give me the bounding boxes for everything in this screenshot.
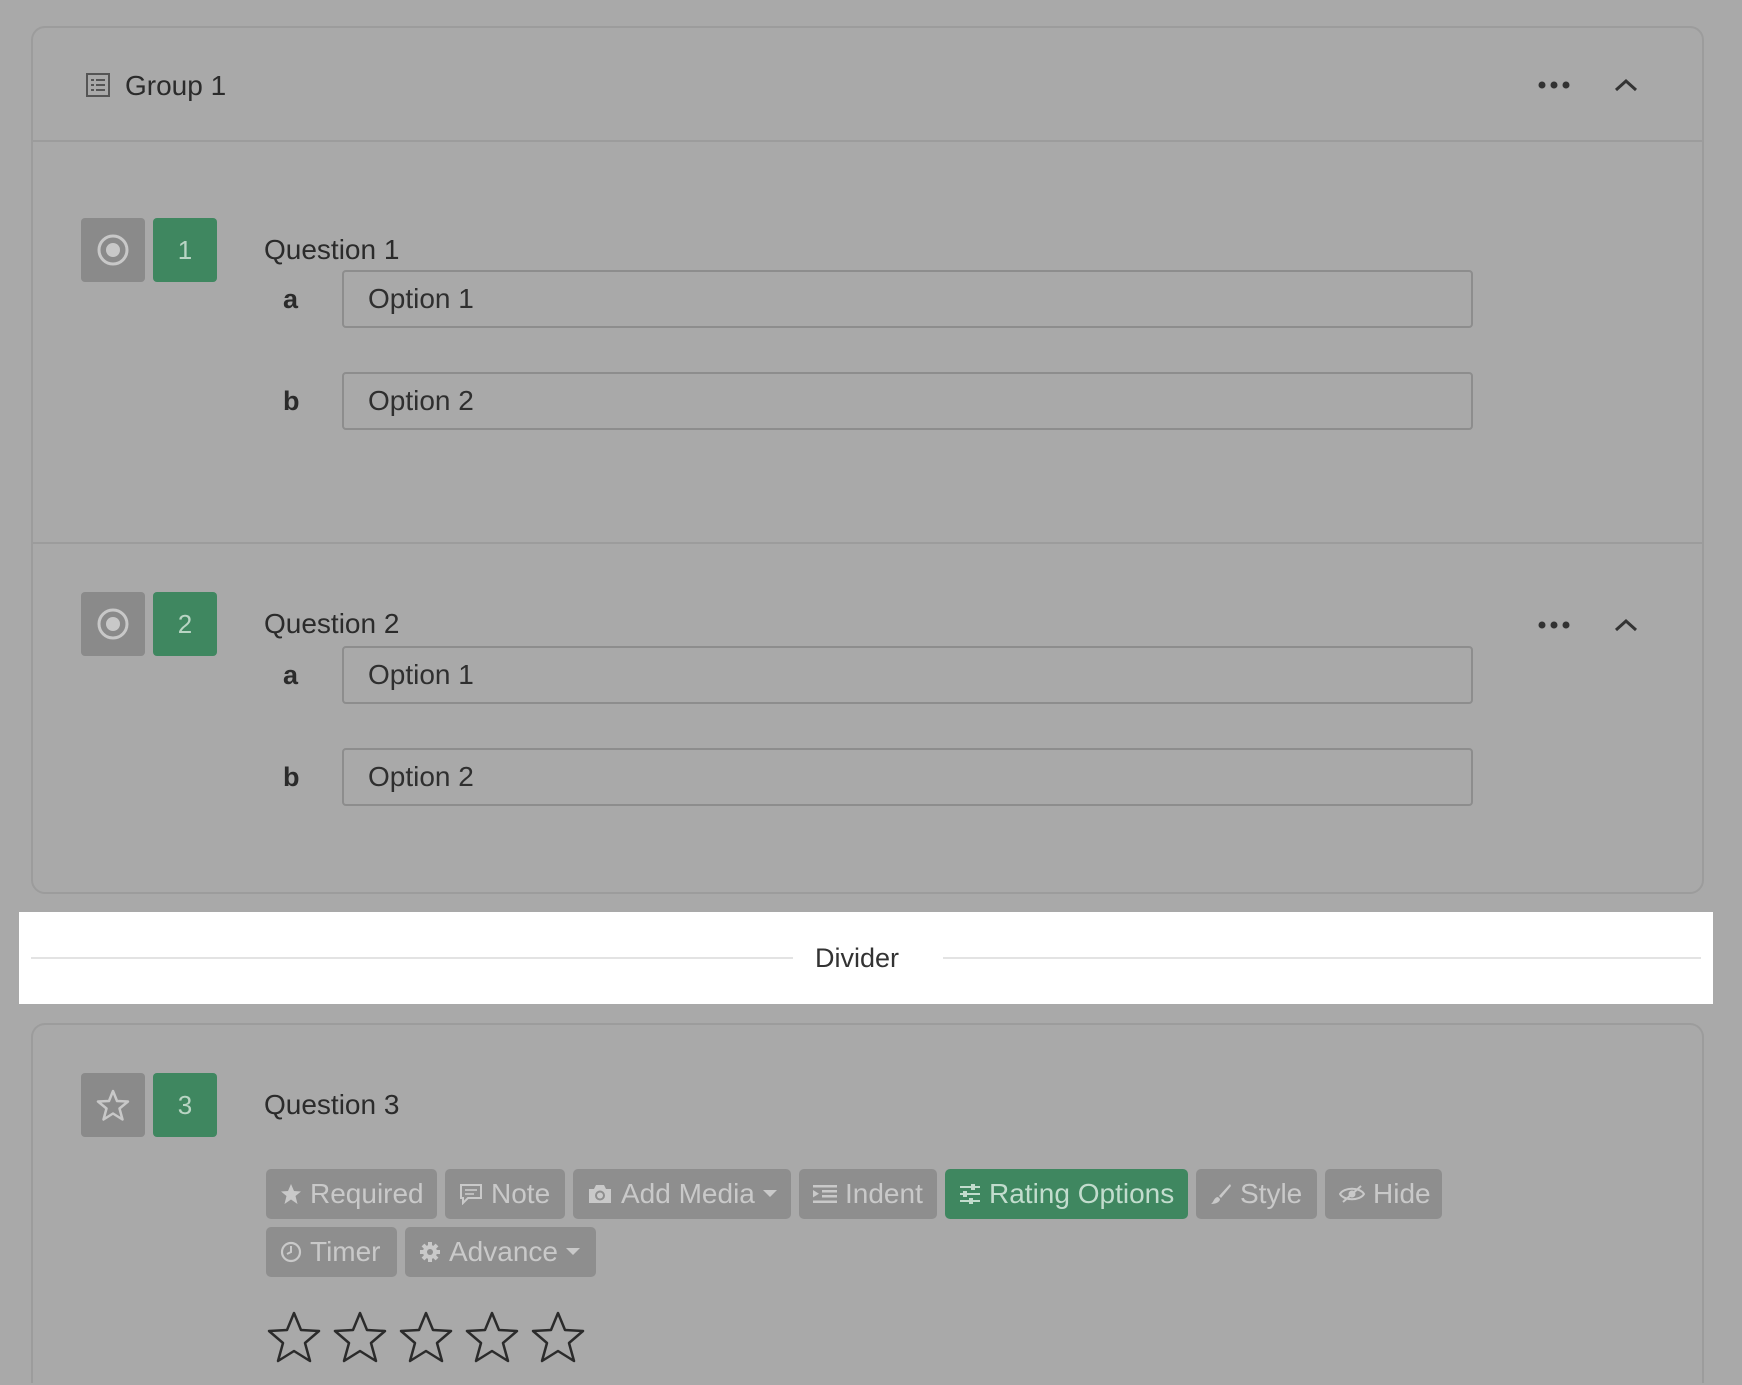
divider-block[interactable]: Divider: [19, 912, 1713, 1004]
add-media-button[interactable]: Add Media: [573, 1169, 791, 1219]
rating-star-icon[interactable]: [266, 1310, 322, 1366]
question-3-section: 3 Question 3 Required Note Add Media Ind…: [33, 1025, 1702, 1385]
indent-label: Indent: [845, 1178, 923, 1209]
question-number-badge: 3: [153, 1073, 217, 1137]
question-type-button[interactable]: [81, 592, 145, 656]
sliders-icon: [960, 1184, 980, 1204]
hide-label: Hide: [1373, 1178, 1431, 1209]
eye-slash-icon: [1339, 1185, 1365, 1203]
required-label: Required: [310, 1178, 424, 1209]
collapse-chevron-icon[interactable]: [1613, 77, 1639, 93]
camera-icon: [589, 1185, 611, 1203]
group-card: Group 1 1 Question 1 a b 2: [31, 26, 1704, 894]
clock-icon: [280, 1241, 302, 1263]
rating-star-icon[interactable]: [332, 1310, 388, 1366]
note-label: Note: [491, 1178, 551, 1209]
note-button[interactable]: Note: [445, 1169, 565, 1219]
timer-label: Timer: [310, 1236, 381, 1267]
add-media-label: Add Media: [621, 1178, 755, 1209]
question-title[interactable]: Question 3: [264, 1087, 399, 1123]
caret-down-icon: [565, 1248, 580, 1255]
option-input[interactable]: [342, 748, 1473, 806]
question-title[interactable]: Question 1: [264, 232, 399, 268]
question-type-button[interactable]: [81, 1073, 145, 1137]
question-number-badge: 2: [153, 592, 217, 656]
rating-star-icon[interactable]: [464, 1310, 520, 1366]
required-button[interactable]: Required: [266, 1169, 437, 1219]
gear-icon: [420, 1242, 440, 1262]
caret-down-icon: [762, 1190, 777, 1197]
style-button[interactable]: Style: [1196, 1169, 1317, 1219]
rating-star-icon[interactable]: [398, 1310, 454, 1366]
timer-button[interactable]: Timer: [266, 1227, 397, 1277]
comment-icon: [460, 1184, 482, 1205]
group-header: Group 1: [33, 28, 1702, 142]
rating-star-icon[interactable]: [530, 1310, 586, 1366]
indent-icon: [813, 1185, 837, 1203]
option-letter: b: [283, 386, 300, 416]
style-label: Style: [1240, 1178, 1303, 1209]
question-2-section: 2 Question 2 a b: [33, 544, 1702, 894]
collapse-chevron-icon[interactable]: [1613, 617, 1639, 633]
radio-icon: [97, 234, 129, 266]
radio-icon: [97, 608, 129, 640]
option-input[interactable]: [342, 372, 1473, 430]
advance-button[interactable]: Advance: [405, 1227, 596, 1277]
more-options-icon[interactable]: [1537, 80, 1571, 90]
question-number-badge: 1: [153, 218, 217, 282]
paintbrush-icon: [1211, 1184, 1231, 1204]
rating-options-button[interactable]: Rating Options: [945, 1169, 1188, 1219]
divider-line-left: [31, 957, 793, 959]
option-letter: b: [283, 762, 300, 792]
star-icon: [281, 1184, 301, 1204]
more-options-icon[interactable]: [1537, 620, 1571, 630]
question-1-section: 1 Question 1 a b: [33, 142, 1702, 544]
indent-button[interactable]: Indent: [799, 1169, 937, 1219]
option-letter: a: [283, 660, 299, 690]
option-letter: a: [283, 284, 299, 314]
group-title: Group 1: [125, 70, 227, 101]
rating-stars: [266, 1310, 586, 1366]
list-icon: [86, 73, 110, 97]
option-input[interactable]: [342, 270, 1473, 328]
advance-label: Advance: [449, 1236, 558, 1267]
divider-label: Divider: [815, 943, 900, 973]
question-type-button[interactable]: [81, 218, 145, 282]
star-icon: [96, 1089, 130, 1121]
hide-button[interactable]: Hide: [1325, 1169, 1442, 1219]
question-3-card: 3 Question 3 Required Note Add Media Ind…: [31, 1023, 1704, 1383]
option-input[interactable]: [342, 646, 1473, 704]
question-title[interactable]: Question 2: [264, 606, 399, 642]
rating-options-label: Rating Options: [989, 1178, 1175, 1209]
divider-line-right: [943, 957, 1701, 959]
